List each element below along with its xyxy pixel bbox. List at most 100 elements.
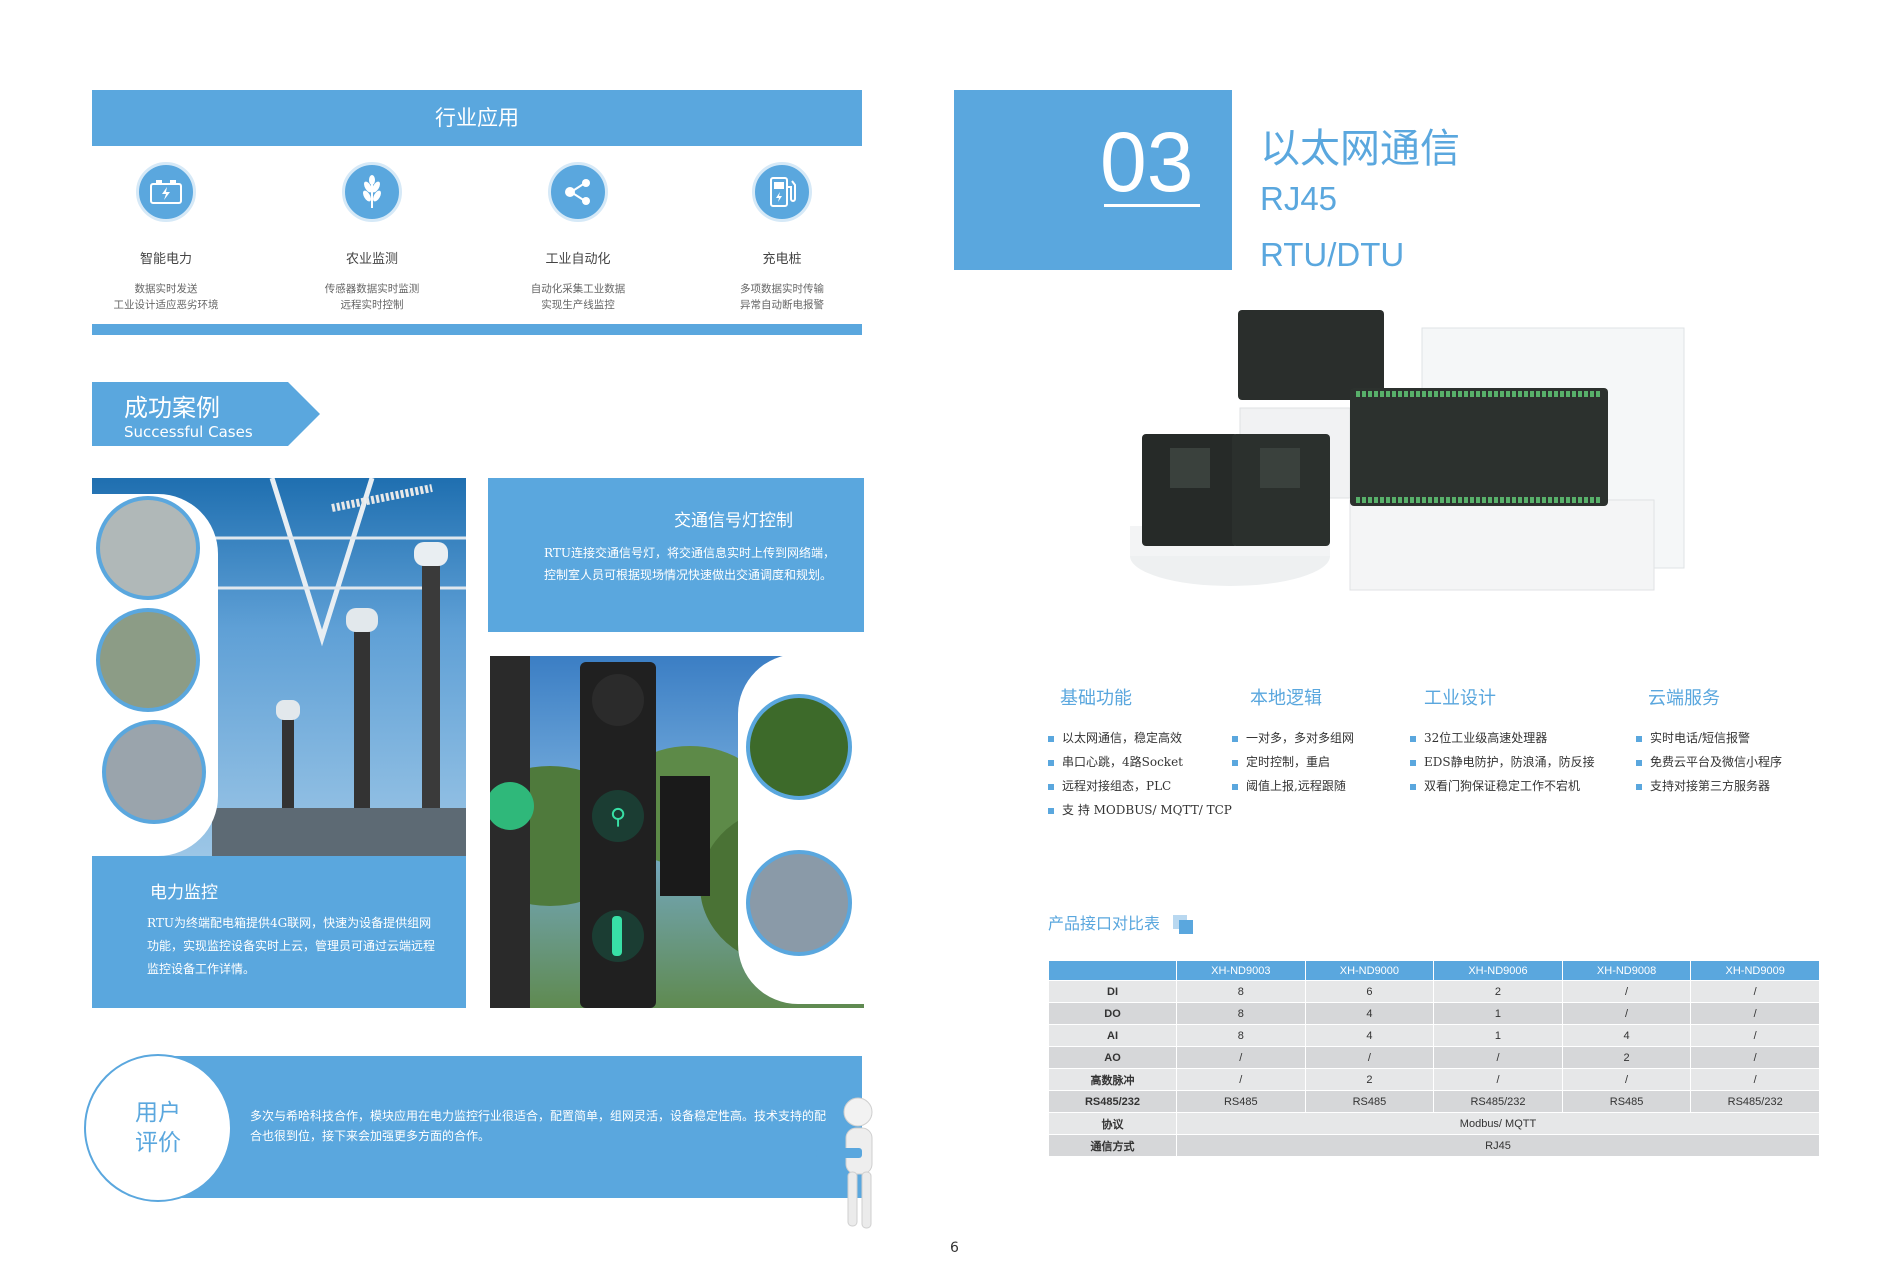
table-cell: / (1690, 1046, 1820, 1069)
table-cell: RS485 (1304, 1090, 1435, 1113)
industry-item-title: 充电桩 (762, 252, 802, 267)
table-row: AO / / / 2 / (1048, 1046, 1820, 1069)
table-cell: / (1433, 1046, 1563, 1069)
table-header-cell: XH-ND9006 (1433, 960, 1563, 981)
feature-title-logic: 本地逻辑 (1250, 688, 1322, 709)
table-row-label: 协议 (1048, 1112, 1177, 1135)
feature-title-cloud: 云端服务 (1648, 688, 1720, 709)
industry-item-desc: 传感器数据实时监测 远程实时控制 (324, 283, 420, 311)
table-cell: 2 (1433, 980, 1563, 1003)
review-badge: 用户 评价 (84, 1054, 232, 1202)
cases-title: 成功案例 (124, 394, 220, 422)
section-subtitle-rj45: RJ45 (1260, 180, 1338, 217)
power-case-title: 电力监控 (150, 883, 218, 903)
industry-item-title: 农业监测 (345, 252, 398, 267)
industry-item-charging: 充电桩 多项数据实时传输 异常自动断电报警 (682, 162, 882, 313)
svg-text:⚲: ⚲ (610, 805, 626, 830)
network-share-icon (548, 162, 608, 222)
table-row: 高数脉冲 / 2 / / / (1048, 1068, 1820, 1091)
section-title: 以太网通信 (1260, 126, 1460, 172)
industry-header: 行业应用 (92, 90, 862, 146)
table-row: RS485/232 RS485 RS485 RS485/232 RS485 RS… (1048, 1090, 1820, 1113)
table-row-label: RS485/232 (1048, 1090, 1177, 1113)
wheat-icon (342, 162, 402, 222)
table-header-row: XH-ND9003 XH-ND9000 XH-ND9006 XH-ND9008 … (1048, 960, 1820, 981)
table-header-cell: XH-ND9009 (1690, 960, 1820, 981)
feature-list-basic: 以太网通信，稳定高效 串口心跳，4路Socket 远程对接组态，PLC 支 持 MOD… (1048, 726, 1232, 822)
table-cell: / (1561, 980, 1692, 1003)
table-cell: / (1176, 1046, 1306, 1069)
power-panel-strip (92, 494, 218, 856)
table-header-cell: XH-ND9000 (1304, 960, 1435, 981)
table-row-label: DO (1048, 1002, 1177, 1025)
table-cell: 4 (1304, 1002, 1435, 1025)
traffic-box-photo (746, 694, 852, 800)
table-row: 协议 Modbus/ MQTT (1048, 1112, 1820, 1135)
power-case-desc: RTU为终端配电箱提供4G联网，快速为设备提供组网功能，实现监控设备实时上云，管… (147, 916, 436, 976)
table-header-cell: XH-ND9008 (1561, 960, 1692, 981)
table-cell: / (1433, 1068, 1563, 1091)
table-row-label: DI (1048, 980, 1177, 1003)
traffic-box-photo (746, 850, 852, 956)
power-box-photo (96, 496, 200, 600)
table-cell: 6 (1304, 980, 1435, 1003)
table-cell: / (1690, 1068, 1820, 1091)
industry-item-desc: 多项数据实时传输 异常自动断电报警 (740, 283, 824, 311)
table-cell: RS485 (1561, 1090, 1692, 1113)
interface-comparison-table: XH-ND9003 XH-ND9000 XH-ND9006 XH-ND9008 … (1048, 960, 1820, 1157)
table-cell: 8 (1176, 980, 1306, 1003)
table-cell: 4 (1561, 1024, 1692, 1047)
section-subtitle-rtu: RTU/DTU (1260, 236, 1405, 273)
power-box-photo (102, 720, 206, 824)
table-cell: / (1304, 1046, 1435, 1069)
table-row: DO 8 4 1 / / (1048, 1002, 1820, 1025)
traffic-case-title: 交通信号灯控制 (674, 511, 793, 531)
table-cell: RS485/232 (1690, 1090, 1820, 1113)
table-cell: 1 (1433, 1002, 1563, 1025)
section-number-underline (1104, 204, 1200, 207)
table-cell: / (1690, 980, 1820, 1003)
feature-list-industrial: 32位工业级高速处理器 EDS静电防护，防浪涌，防反接 双看门狗保证稳定工作不宕机 (1410, 726, 1595, 798)
table-cell: / (1561, 1068, 1692, 1091)
table-cell: Modbus/ MQTT (1176, 1112, 1820, 1135)
industry-divider (92, 324, 862, 335)
review-text: 多次与希哈科技合作，模块应用在电力监控行业很适合，配置简单，组网灵活，设备稳定性… (250, 1109, 827, 1143)
table-row-label: 通信方式 (1048, 1134, 1177, 1157)
traffic-panel-strip (738, 654, 866, 1004)
table-cell: RS485 (1176, 1090, 1306, 1113)
battery-icon (136, 162, 196, 222)
table-cell: / (1176, 1068, 1306, 1091)
table-cell: 1 (1433, 1024, 1563, 1047)
industry-item-power: 智能电力 数据实时发送 工业设计适应恶劣环境 (66, 162, 266, 313)
table-row: DI 8 6 2 / / (1048, 980, 1820, 1003)
table-row-label: AI (1048, 1024, 1177, 1047)
table-cell: RS485/232 (1433, 1090, 1563, 1113)
table-cell: / (1690, 1002, 1820, 1025)
feature-title-industrial: 工业设计 (1424, 688, 1496, 709)
traffic-case-desc: RTU连接交通信号灯，将交通信息实时上传到网络端，控制室人员可根据现场情况快速做… (544, 546, 835, 582)
product-photo (1130, 310, 1685, 591)
table-row: AI 8 4 1 4 / (1048, 1024, 1820, 1047)
charging-pile-icon (752, 162, 812, 222)
review-title-line1: 用户 (135, 1100, 181, 1126)
copy-icon (1173, 914, 1195, 935)
industry-item-title: 工业自动化 (545, 252, 611, 267)
table-row-label: 高数脉冲 (1048, 1068, 1177, 1091)
table-row-label: AO (1048, 1046, 1177, 1069)
table-row: 通信方式 RJ45 (1048, 1134, 1820, 1157)
person-figure-icon (816, 1097, 873, 1229)
table-cell: / (1561, 1002, 1692, 1025)
table-cell: RJ45 (1176, 1134, 1820, 1157)
industry-item-title: 智能电力 (139, 252, 192, 267)
table-title: 产品接口对比表 (1048, 910, 1195, 935)
industry-item-automation: 工业自动化 自动化采集工业数据 实现生产线监控 (478, 162, 678, 313)
feature-title-basic: 基础功能 (1060, 688, 1132, 709)
feature-list-logic: 一对多，多对多组网 定时控制，重启 阈值上报,远程跟随 (1232, 726, 1354, 798)
table-header-cell (1048, 960, 1177, 981)
industry-item-desc: 自动化采集工业数据 实现生产线监控 (530, 283, 626, 311)
review-title-line2: 评价 (135, 1130, 181, 1156)
table-cell: 8 (1176, 1024, 1306, 1047)
page-number: 6 (950, 1240, 959, 1256)
section-number: 03 (1100, 115, 1194, 209)
table-header-cell: XH-ND9003 (1176, 960, 1306, 981)
